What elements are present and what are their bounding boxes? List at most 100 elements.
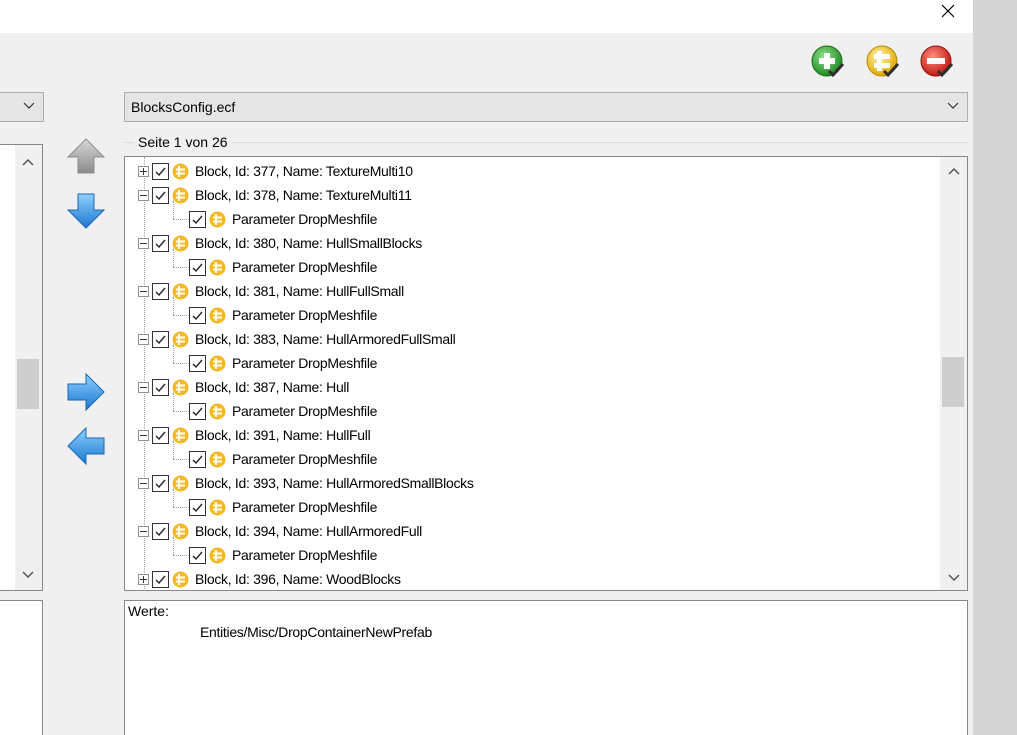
move-down-button[interactable]: [66, 192, 106, 232]
tree-node-parameter[interactable]: Parameter DropMeshfile: [189, 255, 377, 279]
tree-node-parameter[interactable]: Parameter DropMeshfile: [189, 399, 377, 423]
check-icon: [192, 551, 203, 560]
check-icon: [155, 191, 166, 200]
move-right-button[interactable]: [66, 372, 106, 412]
tree-node-label: Parameter DropMeshfile: [232, 547, 378, 563]
left-scrollbar[interactable]: [15, 145, 42, 590]
tree-node-checkbox[interactable]: [152, 474, 169, 492]
block-entry-icon: [209, 211, 226, 228]
tree-node-block[interactable]: Block, Id: 394, Name: HullArmoredFull: [138, 519, 422, 543]
collapse-icon[interactable]: [138, 189, 149, 201]
tree-node-parameter[interactable]: Parameter DropMeshfile: [189, 303, 377, 327]
scroll-down-icon: [947, 574, 960, 582]
edit-entry-button[interactable]: [865, 44, 901, 80]
add-entry-button[interactable]: [810, 44, 846, 80]
tree-node-checkbox[interactable]: [152, 234, 169, 252]
collapse-icon[interactable]: [138, 333, 149, 345]
block-entry-icon: [172, 427, 189, 444]
collapse-icon[interactable]: [138, 237, 149, 249]
left-scroll-thumb[interactable]: [17, 359, 39, 409]
tree-node-label: Parameter DropMeshfile: [232, 499, 378, 515]
remove-entry-button[interactable]: [919, 44, 955, 80]
title-bar: [0, 0, 973, 33]
tree-guide-line: [173, 297, 174, 315]
collapse-icon[interactable]: [138, 429, 149, 441]
block-entry-icon: [172, 475, 189, 492]
tree-node-block[interactable]: Block, Id: 381, Name: HullFullSmall: [138, 279, 404, 303]
arrow-up-icon: [66, 138, 106, 174]
tree-node-block[interactable]: Block, Id: 387, Name: Hull: [138, 375, 349, 399]
tree-node-parameter[interactable]: Parameter DropMeshfile: [189, 207, 377, 231]
scroll-up-icon[interactable]: [22, 158, 34, 166]
collapse-icon[interactable]: [138, 477, 149, 489]
tree-node-checkbox[interactable]: [189, 354, 206, 372]
tree-node-checkbox[interactable]: [152, 426, 169, 444]
collapse-icon[interactable]: [138, 525, 149, 537]
tree-node-checkbox[interactable]: [189, 210, 206, 228]
tree-node-checkbox[interactable]: [152, 570, 169, 588]
move-left-button[interactable]: [66, 426, 106, 466]
tree-node-block[interactable]: Block, Id: 383, Name: HullArmoredFullSma…: [138, 327, 456, 351]
tree-node-label: Block, Id: 383, Name: HullArmoredFullSma…: [195, 331, 456, 347]
left-tree-view[interactable]: [0, 144, 43, 591]
tree-node-checkbox[interactable]: [152, 162, 169, 180]
tree-node-checkbox[interactable]: [152, 522, 169, 540]
expand-icon[interactable]: [138, 573, 149, 585]
collapse-icon[interactable]: [138, 381, 149, 393]
tree-node-checkbox[interactable]: [189, 498, 206, 516]
tree-node-block[interactable]: Block, Id: 378, Name: TextureMulti11: [138, 183, 412, 207]
tree-node-parameter[interactable]: Parameter DropMeshfile: [189, 447, 377, 471]
tree-node-checkbox[interactable]: [152, 330, 169, 348]
block-entry-icon: [172, 235, 189, 252]
tree-node-checkbox[interactable]: [189, 450, 206, 468]
tree-node-checkbox[interactable]: [189, 546, 206, 564]
block-entry-icon: [172, 187, 189, 204]
chevron-down-icon: [947, 102, 959, 109]
tree-node-parameter[interactable]: Parameter DropMeshfile: [189, 351, 377, 375]
scroll-thumb[interactable]: [942, 357, 964, 407]
tree-scrollbar[interactable]: [940, 157, 967, 590]
tree-node-checkbox[interactable]: [152, 282, 169, 300]
block-entry-icon: [172, 523, 189, 540]
check-icon: [192, 503, 203, 512]
tree-node-block[interactable]: Block, Id: 377, Name: TextureMulti10: [138, 159, 413, 183]
block-entry-icon: [209, 355, 226, 372]
move-up-button[interactable]: [66, 137, 106, 177]
tree-node-parameter[interactable]: Parameter DropMeshfile: [189, 543, 377, 567]
block-entry-icon: [209, 451, 226, 468]
tree-node-checkbox[interactable]: [189, 402, 206, 420]
scroll-down-icon[interactable]: [22, 571, 34, 579]
tree-guide-line: [173, 249, 174, 267]
tree-node-block[interactable]: Block, Id: 393, Name: HullArmoredSmallBl…: [138, 471, 474, 495]
tree-node-checkbox[interactable]: [189, 258, 206, 276]
blocks-tree-view[interactable]: Block, Id: 377, Name: TextureMulti10 Bloc…: [124, 156, 968, 591]
arrow-left-icon: [67, 426, 105, 466]
tree-node-parameter[interactable]: Parameter DropMeshfile: [189, 495, 377, 519]
values-box[interactable]: Werte: Entities/Misc/DropContainerNewPre…: [124, 600, 968, 735]
collapse-icon[interactable]: [138, 285, 149, 297]
scroll-down-button[interactable]: [940, 568, 967, 588]
expand-icon[interactable]: [138, 165, 149, 177]
tree-guide-line: [173, 315, 189, 316]
tree-guide-line: [173, 489, 174, 507]
check-icon: [155, 239, 166, 248]
scroll-up-button[interactable]: [940, 161, 967, 181]
tree-node-checkbox[interactable]: [152, 186, 169, 204]
check-icon: [192, 455, 203, 464]
close-button[interactable]: [925, 0, 971, 22]
tree-node-label: Parameter DropMeshfile: [232, 403, 378, 419]
tree-node-label: Parameter DropMeshfile: [232, 211, 378, 227]
tree-node-checkbox[interactable]: [189, 306, 206, 324]
file-combo[interactable]: BlocksConfig.ecf: [124, 92, 968, 122]
tree-node-label: Block, Id: 381, Name: HullFullSmall: [195, 283, 404, 299]
values-label: Werte:: [128, 603, 169, 619]
check-icon: [192, 359, 203, 368]
tree-node-block[interactable]: Block, Id: 380, Name: HullSmallBlocks: [138, 231, 422, 255]
block-entry-icon: [172, 283, 189, 300]
tree-node-block[interactable]: Block, Id: 396, Name: WoodBlocks: [138, 567, 401, 590]
group-border: [124, 142, 968, 143]
left-values-box[interactable]: [0, 600, 43, 735]
tree-node-checkbox[interactable]: [152, 378, 169, 396]
tree-node-label: Parameter DropMeshfile: [232, 355, 378, 371]
left-file-combo[interactable]: [0, 92, 44, 122]
